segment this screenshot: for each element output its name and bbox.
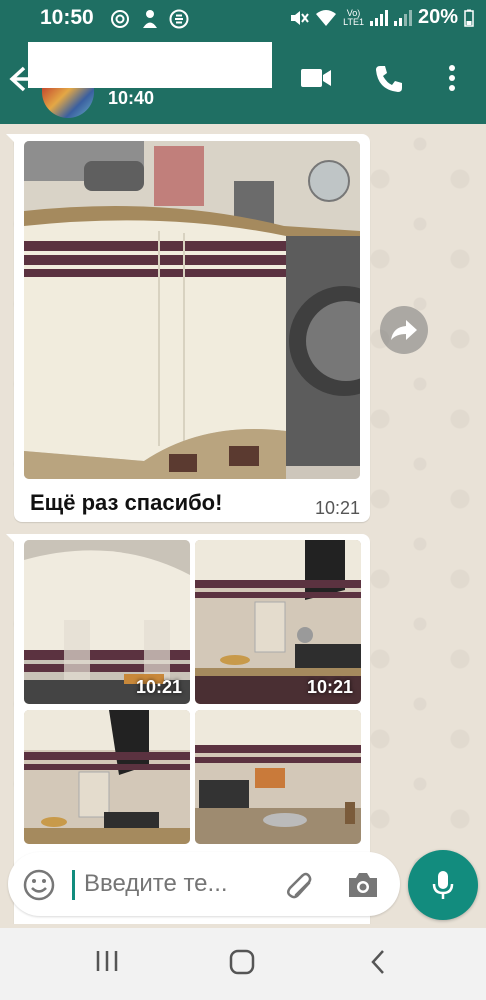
chat-header: 10:40 [0,38,486,124]
message-input[interactable] [84,870,264,898]
emoji-icon[interactable] [22,868,56,902]
mute-icon [291,10,309,25]
avatar[interactable] [42,88,94,118]
more-vert-icon[interactable] [448,64,456,92]
recent-apps-icon[interactable] [94,948,120,974]
kitchen-photo[interactable] [24,141,360,479]
e-app-icon [169,9,189,29]
notification-icon [142,9,157,28]
back-nav-icon[interactable] [368,948,388,976]
forward-button[interactable] [380,306,428,354]
status-bar: 10:50 Vo) LTE1 20% [0,0,486,38]
chat-area[interactable]: Ещё раз спасибо! 10:21 10:21 10:21 [0,124,486,924]
signal-icon-2 [393,9,412,26]
kitchen-image [24,710,190,844]
mic-icon [432,871,454,899]
volte-label: Vo) LTE1 [343,7,364,27]
mic-button[interactable] [408,850,478,920]
status-right: Vo) LTE1 20% [289,6,474,29]
camera-icon[interactable] [346,870,380,900]
battery-icon [464,9,474,27]
grid-photo-1[interactable]: 10:21 [24,540,190,704]
photo-time: 10:21 [306,677,353,697]
phone-icon[interactable] [374,64,404,94]
message-time: 10:21 [314,498,360,518]
kitchen-image [24,141,360,479]
kitchen-image [195,710,361,844]
message-caption: Ещё раз спасибо! [30,490,223,515]
message-bubble[interactable]: Ещё раз спасибо! 10:21 [6,134,370,522]
status-time: 10:50 [40,6,94,29]
wifi-icon [316,9,337,26]
message-input-bar [8,852,400,916]
battery-percent: 20% [417,6,458,28]
text-cursor [72,870,75,900]
grid-photo-3[interactable] [24,710,190,844]
home-icon[interactable] [228,948,256,976]
video-call-icon[interactable] [300,66,332,90]
notification-icons [110,8,189,29]
photo-time: 10:21 [135,677,182,697]
contact-name-redacted[interactable] [28,42,272,88]
at-icon [111,9,129,28]
grid-photo-4[interactable] [195,710,361,844]
signal-icon [369,9,388,26]
system-nav-bar [0,928,486,1000]
attach-icon[interactable] [280,868,314,902]
grid-photo-2[interactable]: 10:21 [195,540,361,704]
forward-icon [391,320,417,340]
last-seen: 10:40 [108,88,155,108]
